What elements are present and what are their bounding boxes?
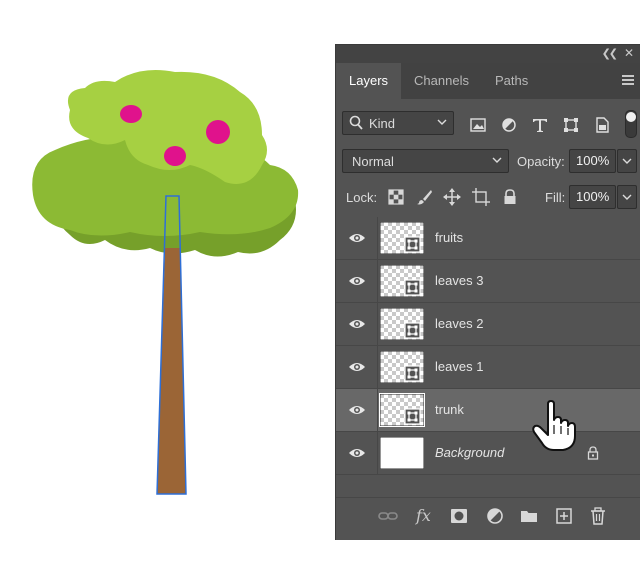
tab-paths[interactable]: Paths (482, 63, 541, 99)
chevron-down-icon (437, 119, 447, 125)
lock-label: Lock: (346, 190, 378, 205)
fruit-shape (206, 120, 230, 144)
layer-name[interactable]: leaves 3 (435, 273, 483, 288)
eye-column-divider (377, 217, 378, 260)
lock-all-icon[interactable] (501, 188, 519, 206)
panel-tabs: Layers Channels Paths (336, 63, 640, 99)
lock-transparent-pixels-icon[interactable] (387, 188, 405, 206)
opacity-dropdown-button[interactable] (617, 149, 637, 173)
layers-bottom-bar: fx (336, 497, 640, 534)
new-layer-icon[interactable] (554, 506, 574, 526)
layer-thumbnail[interactable] (380, 351, 424, 383)
close-panel-icon[interactable]: ✕ (624, 46, 634, 60)
eye-column-divider (377, 389, 378, 432)
visibility-eye-icon[interactable] (348, 317, 366, 331)
panel-title-bar: ❮❮ ✕ (336, 45, 640, 63)
document-canvas[interactable] (0, 0, 335, 573)
eye-column-divider (377, 260, 378, 303)
layer-thumbnail[interactable] (380, 437, 424, 469)
chevron-down-icon (622, 194, 632, 200)
eye-column-divider (377, 432, 378, 475)
fill-label: Fill: (545, 190, 566, 205)
fill-input[interactable]: 100% (569, 185, 616, 209)
chevron-down-icon (622, 158, 632, 164)
lock-artboard-icon[interactable] (472, 188, 490, 206)
adjustment-filter-icon[interactable] (500, 116, 518, 134)
chevron-down-icon (492, 157, 502, 163)
filter-toggle-switch[interactable] (625, 110, 637, 138)
smart-object-filter-icon[interactable] (593, 116, 611, 134)
group-folder-icon[interactable] (519, 506, 539, 526)
fill-dropdown-button[interactable] (617, 185, 637, 209)
image-filter-icon[interactable] (469, 116, 487, 134)
lock-position-icon[interactable] (443, 188, 461, 206)
fruit-shape (164, 146, 186, 166)
trash-icon[interactable] (588, 506, 608, 526)
visibility-eye-icon[interactable] (348, 231, 366, 245)
blend-mode-value: Normal (352, 154, 394, 169)
layer-name[interactable]: leaves 1 (435, 359, 483, 374)
lock-row: Lock: Fill: 100% (336, 183, 640, 211)
layer-thumbnail[interactable] (380, 308, 424, 340)
tab-channels[interactable]: Channels (401, 63, 482, 99)
collapse-panel-icon[interactable]: ❮❮ (602, 47, 619, 60)
shape-filter-icon[interactable] (562, 116, 580, 134)
layer-row[interactable]: fruits (336, 217, 640, 260)
tab-layers[interactable]: Layers (336, 63, 402, 99)
eye-column-divider (377, 303, 378, 346)
filter-kind-label: Kind (369, 116, 396, 131)
layer-row[interactable]: leaves 2 (336, 303, 640, 346)
blend-row: Normal Opacity: 100% (336, 147, 640, 175)
layer-mask-icon[interactable] (449, 506, 469, 526)
search-icon (349, 115, 363, 130)
fx-icon[interactable]: fx (416, 506, 431, 525)
adjustment-layer-icon[interactable] (485, 506, 505, 526)
layer-name[interactable]: Background (435, 445, 504, 460)
layer-row[interactable]: leaves 1 (336, 346, 640, 389)
filter-kind-select[interactable]: Kind (342, 111, 454, 135)
link-layers-icon[interactable] (378, 506, 398, 526)
layers-panel: ❮❮ ✕ Layers Channels Paths Kind Normal O… (335, 44, 640, 540)
lock-image-pixels-icon[interactable] (416, 188, 434, 206)
eye-column-divider (377, 346, 378, 389)
hand-cursor-icon (532, 400, 576, 451)
layer-thumbnail[interactable] (379, 393, 425, 427)
layer-lock-icon[interactable] (587, 446, 599, 460)
layer-filter-row: Kind (336, 107, 640, 139)
tree-illustration (32, 69, 299, 495)
layer-row[interactable]: Background (336, 432, 640, 475)
opacity-label: Opacity: (517, 154, 565, 169)
type-filter-icon[interactable] (531, 116, 549, 134)
blend-mode-select[interactable]: Normal (342, 149, 509, 173)
layer-row[interactable]: leaves 3 (336, 260, 640, 303)
opacity-input[interactable]: 100% (569, 149, 616, 173)
layer-name[interactable]: trunk (435, 402, 464, 417)
layer-name[interactable]: leaves 2 (435, 316, 483, 331)
visibility-eye-icon[interactable] (348, 403, 366, 417)
visibility-eye-icon[interactable] (348, 274, 366, 288)
layer-thumbnail[interactable] (380, 222, 424, 254)
fruit-shape (120, 105, 142, 123)
layer-row[interactable]: trunk (336, 389, 640, 432)
panel-menu-icon[interactable] (622, 75, 634, 85)
visibility-eye-icon[interactable] (348, 360, 366, 374)
layer-thumbnail[interactable] (380, 265, 424, 297)
layer-name[interactable]: fruits (435, 230, 463, 245)
layers-list: fruits leaves 3 leaves 2 leaves 1 trunk Backg… (336, 217, 640, 481)
visibility-eye-icon[interactable] (348, 446, 366, 460)
